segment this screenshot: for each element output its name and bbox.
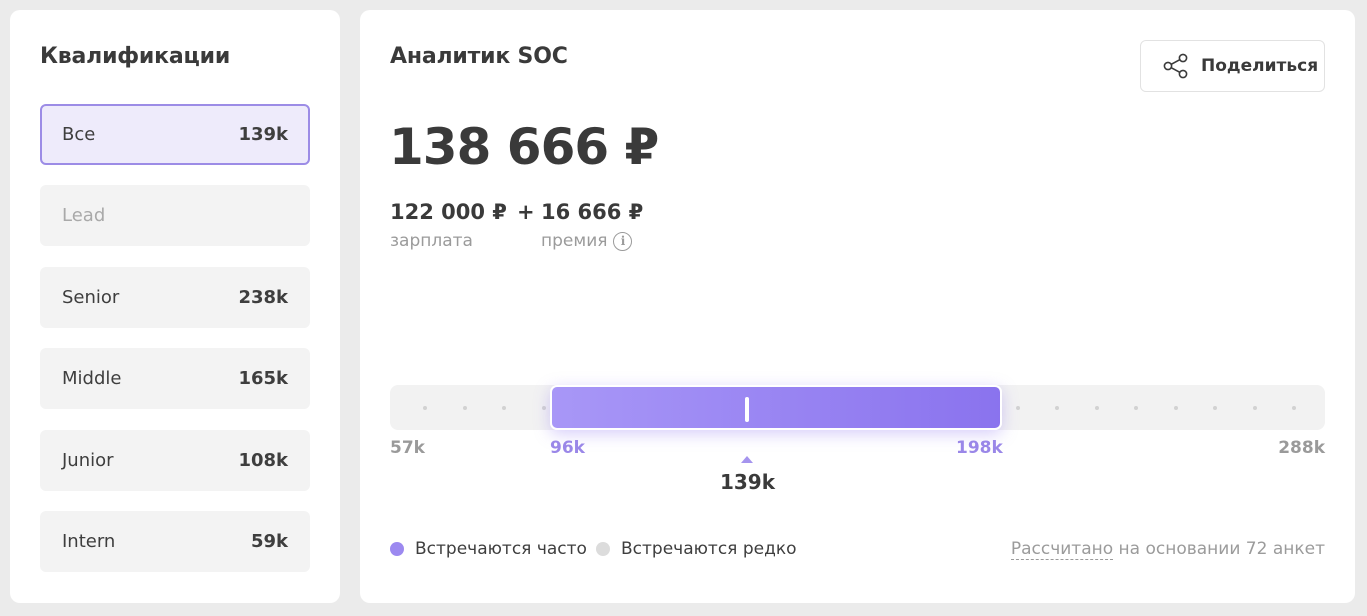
qualification-label: Lead xyxy=(62,205,106,226)
qualification-junior[interactable]: Junior 108k xyxy=(40,430,310,491)
qualification-label: Senior xyxy=(62,287,120,308)
track-dot xyxy=(462,406,467,410)
track-dot xyxy=(1015,406,1020,410)
legend-often: Встречаются часто xyxy=(390,539,587,559)
share-label: Поделиться xyxy=(1201,56,1319,76)
track-dot xyxy=(1055,406,1059,410)
bonus-caption: премия xyxy=(541,231,608,251)
calculation-note-text: на основании 72 анкет xyxy=(1113,539,1325,559)
qualification-value: 238k xyxy=(238,287,288,308)
qualification-value: 139k xyxy=(238,124,288,145)
track-dot xyxy=(1252,406,1257,410)
qualification-label: Junior xyxy=(62,450,114,471)
track-dot xyxy=(423,406,427,410)
salary-range-track xyxy=(390,385,1325,430)
median-label: 139k xyxy=(719,470,776,494)
range-high-label: 198k xyxy=(956,438,1003,458)
legend-rare: Встречаются редко xyxy=(596,539,797,559)
salary-page: Квалификации Все 139k Lead Senior 238k M… xyxy=(0,0,1367,616)
salary-range-fill xyxy=(550,385,1002,430)
qualification-label: Intern xyxy=(62,531,116,552)
legend-often-dot xyxy=(390,542,404,556)
qualifications-title: Квалификации xyxy=(40,44,231,69)
qualification-lead[interactable]: Lead xyxy=(40,185,310,246)
legend-rare-label: Встречаются редко xyxy=(621,539,797,559)
plus-sign: + xyxy=(517,200,535,224)
share-button[interactable]: Поделиться xyxy=(1140,40,1325,92)
qualification-middle[interactable]: Middle 165k xyxy=(40,348,310,409)
range-max-label: 288k xyxy=(1278,438,1325,458)
qualification-value: 59k xyxy=(250,531,288,552)
calculation-link[interactable]: Рассчитано xyxy=(1010,539,1114,560)
salary-caption: зарплата xyxy=(390,231,473,251)
legend-often-label: Встречаются часто xyxy=(415,539,587,559)
range-min-label: 57k xyxy=(390,438,425,458)
qualification-intern[interactable]: Intern 59k xyxy=(40,511,310,572)
job-title: Аналитик SOC xyxy=(390,44,568,69)
track-dot xyxy=(541,406,546,410)
qualifications-panel: Квалификации Все 139k Lead Senior 238k M… xyxy=(10,10,340,603)
range-low-label: 96k xyxy=(550,438,585,458)
share-icon xyxy=(1163,53,1188,79)
qualification-label: Все xyxy=(62,124,96,145)
track-dot xyxy=(1094,406,1099,410)
legend-rare-dot xyxy=(596,542,610,556)
bonus-amount: 16 666 ₽ xyxy=(541,200,644,224)
track-dot xyxy=(1292,406,1296,410)
qualification-senior[interactable]: Senior 238k xyxy=(40,267,310,328)
total-salary: 138 666 ₽ xyxy=(389,118,659,176)
qualification-value: 108k xyxy=(238,450,288,471)
track-dot xyxy=(1134,406,1138,410)
track-dot xyxy=(1213,406,1217,410)
qualification-all[interactable]: Все 139k xyxy=(40,104,310,165)
info-icon[interactable]: i xyxy=(613,231,633,251)
median-arrow-icon xyxy=(741,456,754,463)
track-dot xyxy=(502,406,506,410)
median-marker xyxy=(745,397,750,422)
salary-panel: Аналитик SOC Поделиться 138 666 ₽ 122 00… xyxy=(360,10,1355,603)
qualification-label: Middle xyxy=(62,368,122,389)
track-dot xyxy=(1173,406,1178,410)
bonus-caption-wrap: премия i xyxy=(541,231,633,251)
calculation-note: Рассчитано на основании 72 анкет xyxy=(1010,539,1325,560)
qualification-value: 165k xyxy=(238,368,288,389)
salary-amount: 122 000 ₽ xyxy=(390,200,507,224)
